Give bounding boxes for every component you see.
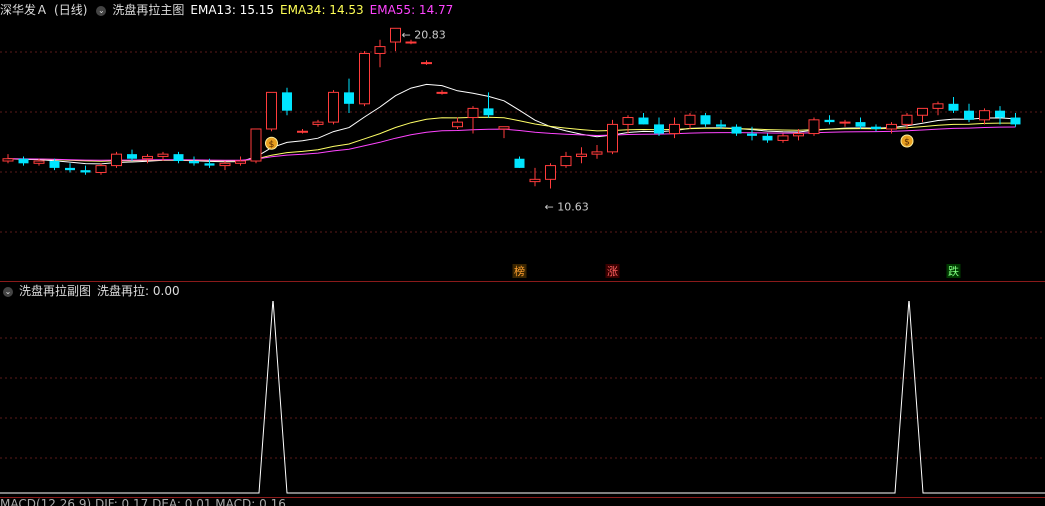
candle-body xyxy=(545,165,556,180)
candle-body xyxy=(747,133,757,136)
ema34-value: EMA34: 14.53 xyxy=(280,3,364,17)
collapse-icon[interactable]: ⌄ xyxy=(3,286,13,297)
candle-body xyxy=(95,165,107,173)
candle-body xyxy=(344,92,354,104)
candle-body xyxy=(560,155,572,167)
candle-body xyxy=(142,155,153,160)
candle-body xyxy=(684,114,696,125)
candle-body xyxy=(716,124,726,127)
main-chart-header: 深华发Ａ (日线) ⌄ 洗盘再拉主图 EMA13: 15.15 EMA34: 14.53 E… xyxy=(0,0,459,20)
candle-body xyxy=(421,62,432,65)
candle-body xyxy=(219,162,231,167)
candle-body xyxy=(638,117,649,125)
period-label: (日线) xyxy=(54,3,88,17)
candle-body xyxy=(824,119,835,123)
signal-glyph: $ xyxy=(269,140,275,150)
candle-body xyxy=(979,110,990,121)
candle-body xyxy=(871,126,881,129)
marker-die: 跌 xyxy=(948,264,959,278)
candle-body xyxy=(855,122,866,127)
candle-body xyxy=(793,133,804,137)
ema55-value: EMA55: 14.77 xyxy=(369,3,454,17)
candle-body xyxy=(297,130,308,133)
candle-body xyxy=(436,91,448,94)
marker-zhang: 涨 xyxy=(607,265,618,278)
candle-body xyxy=(328,91,339,123)
candle-body xyxy=(529,178,541,183)
stock-name: 深华发Ａ xyxy=(0,3,49,17)
candle-body xyxy=(1010,117,1021,125)
collapse-icon[interactable]: ⌄ xyxy=(96,5,107,16)
candle-body xyxy=(157,153,169,157)
candle-body xyxy=(808,119,820,135)
marker-bang: 榜 xyxy=(514,264,525,278)
candle-body xyxy=(901,114,913,125)
candle-body xyxy=(405,41,417,44)
candle-body xyxy=(886,123,897,130)
candle-body xyxy=(173,154,184,162)
candle-body xyxy=(839,121,851,124)
sub-chart-header: ⌄ 洗盘再拉副图 洗盘再拉: 0.00 xyxy=(0,281,186,301)
candle-body xyxy=(483,108,494,116)
high-price-label: ← 20.83 xyxy=(402,28,446,41)
candle-body xyxy=(607,123,618,153)
candle-body xyxy=(514,158,525,168)
candle-body xyxy=(33,160,45,164)
candle-body xyxy=(932,103,944,109)
candle-body xyxy=(995,110,1005,118)
candle-body xyxy=(591,151,603,155)
candle-body xyxy=(359,52,370,105)
candle-body xyxy=(576,153,587,157)
candle-body xyxy=(80,170,91,173)
candle-body xyxy=(467,107,479,119)
candle-body xyxy=(498,126,510,130)
candle-body xyxy=(204,163,215,166)
main-indicator-name[interactable]: 洗盘再拉主图 xyxy=(112,3,184,17)
candle-body xyxy=(49,161,60,168)
candle-body xyxy=(266,91,277,130)
candle-body xyxy=(65,167,75,171)
candle-body xyxy=(127,154,137,159)
candle-body xyxy=(374,46,386,54)
sub-indicator-value: 洗盘再拉: 0.00 xyxy=(97,284,180,298)
sub-indicator-chart[interactable] xyxy=(0,301,1045,497)
candle-body xyxy=(189,161,199,164)
candle-body xyxy=(700,115,711,125)
candle-body xyxy=(250,128,262,162)
candle-body xyxy=(452,121,463,128)
candle-body xyxy=(622,117,634,125)
candle-body xyxy=(964,110,974,120)
candle-body xyxy=(917,107,928,116)
candle-body xyxy=(390,27,401,43)
signal-line xyxy=(0,301,1045,494)
candle-body xyxy=(235,160,246,164)
candle-body xyxy=(111,153,122,167)
candle-body xyxy=(762,135,773,141)
candle-body xyxy=(654,124,664,134)
candle-body xyxy=(777,135,789,141)
low-price-label: ← 10.63 xyxy=(545,200,589,213)
ema13-value: EMA13: 15.15 xyxy=(190,3,275,17)
candle-body xyxy=(669,123,680,135)
candle-body xyxy=(948,103,959,111)
candle-body xyxy=(18,158,29,164)
candle-body xyxy=(312,121,324,125)
sub-indicator-name[interactable]: 洗盘再拉副图 xyxy=(19,284,91,298)
signal-glyph: $ xyxy=(904,137,910,147)
candlestick-chart[interactable]: ← 20.83 ← 10.63 $ $ 榜 涨 跌 xyxy=(0,20,1045,282)
bottom-header: MACD(12,26,9) DIF: 0.17 DEA: 0.01 MACD: … xyxy=(0,497,286,506)
candle-body xyxy=(282,92,292,111)
candle-body xyxy=(2,158,14,162)
candle-body xyxy=(731,126,742,134)
